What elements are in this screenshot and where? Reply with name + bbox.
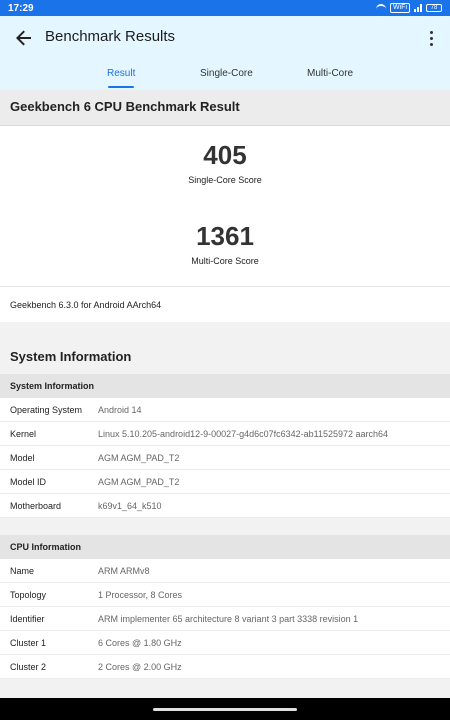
- row-value: k69v1_64_k510: [98, 500, 162, 511]
- arrow-left-icon: [16, 30, 31, 46]
- system-information-table-header: System Information: [0, 374, 450, 398]
- row-key: Operating System: [10, 404, 83, 415]
- page-title: Benchmark Results: [45, 28, 176, 45]
- geekbench-version: Geekbench 6.3.0 for Android AArch64: [10, 300, 162, 310]
- wifi-label: WiFi: [390, 3, 410, 13]
- row-value: AGM AGM_PAD_T2: [98, 476, 180, 487]
- table-row: Motherboard k69v1_64_k510: [0, 494, 450, 518]
- signal-icon: [414, 4, 422, 12]
- tab-multi-core[interactable]: Multi-Core: [307, 68, 353, 79]
- row-key: Motherboard: [10, 500, 62, 511]
- row-key: Cluster 2: [10, 661, 47, 672]
- row-key: Cluster 1: [10, 637, 47, 648]
- row-value: Linux 5.10.205-android12-9-00027-g4d6c07…: [98, 428, 389, 439]
- table-row: Topology 1 Processor, 8 Cores: [0, 583, 450, 607]
- row-key: Topology: [10, 589, 47, 600]
- row-key: Identifier: [10, 613, 45, 624]
- status-time: 17:29: [8, 2, 34, 14]
- more-vertical-icon: [429, 30, 433, 46]
- single-core-score: 405: [203, 140, 247, 170]
- row-key: Kernel: [10, 428, 37, 439]
- back-button[interactable]: [12, 26, 36, 50]
- row-value: AGM AGM_PAD_T2: [98, 452, 180, 463]
- battery-icon: 78: [426, 4, 442, 12]
- row-value: 1 Processor, 8 Cores: [98, 589, 183, 600]
- table-row: Kernel Linux 5.10.205-android12-9-00027-…: [0, 422, 450, 446]
- table-row: Cluster 1 6 Cores @ 1.80 GHz: [0, 631, 450, 655]
- row-value: 2 Cores @ 2.00 GHz: [98, 661, 182, 672]
- table-row: Model AGM AGM_PAD_T2: [0, 446, 450, 470]
- status-icons: WiFi 78: [376, 3, 442, 13]
- cpu-information-table-header: CPU Information: [0, 535, 450, 559]
- result-card-header: Geekbench 6 CPU Benchmark Result: [0, 90, 450, 126]
- wifi-icon: [376, 4, 386, 12]
- app-bar: Benchmark Results Result Single-Core Mul…: [0, 16, 450, 90]
- table-row: Name ARM ARMv8: [0, 559, 450, 583]
- result-card: Geekbench 6 CPU Benchmark Result 405 Sin…: [0, 90, 450, 322]
- single-core-score-block: 405 Single-Core Score: [0, 140, 450, 185]
- row-value: ARM ARMv8: [98, 565, 150, 576]
- tab-single-core[interactable]: Single-Core: [200, 68, 253, 79]
- row-key: Model ID: [10, 476, 47, 487]
- single-core-label: Single-Core Score: [188, 175, 262, 185]
- table-row: Model ID AGM AGM_PAD_T2: [0, 470, 450, 494]
- system-navigation-bar: [0, 698, 450, 720]
- tab-result[interactable]: Result: [107, 68, 135, 79]
- multi-core-label: Multi-Core Score: [191, 256, 259, 266]
- row-key: Name: [10, 565, 35, 576]
- system-information-title: System Information: [10, 349, 132, 364]
- divider: [0, 286, 450, 287]
- system-information-table: System Information Operating System Andr…: [0, 374, 450, 518]
- table-row: Operating System Android 14: [0, 398, 450, 422]
- multi-core-score: 1361: [196, 221, 254, 251]
- row-value: Android 14: [98, 404, 142, 415]
- row-key: Model: [10, 452, 35, 463]
- row-value: ARM implementer 65 architecture 8 varian…: [98, 613, 359, 624]
- multi-core-score-block: 1361 Multi-Core Score: [0, 221, 450, 266]
- home-gesture-handle[interactable]: [153, 708, 297, 711]
- tab-bar: Result Single-Core Multi-Core: [0, 68, 450, 90]
- cpu-information-table: CPU Information Name ARM ARMv8 Topology …: [0, 535, 450, 679]
- table-row: Cluster 2 2 Cores @ 2.00 GHz: [0, 655, 450, 679]
- active-tab-indicator: [108, 86, 134, 88]
- row-value: 6 Cores @ 1.80 GHz: [98, 637, 182, 648]
- more-options-button[interactable]: [424, 26, 438, 50]
- table-row: Identifier ARM implementer 65 architectu…: [0, 607, 450, 631]
- status-bar: 17:29 WiFi 78: [0, 0, 450, 16]
